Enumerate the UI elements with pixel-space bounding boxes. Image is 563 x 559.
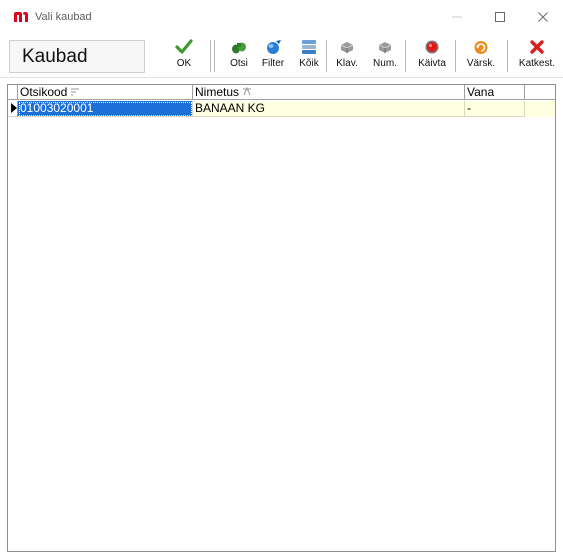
product-grid[interactable]: Otsikood Nimetus Vana 01003020001 BANAAN… [7,84,556,552]
form-title: Kaubad [9,40,145,73]
row-indicator [8,101,18,117]
cell-name[interactable]: BANAAN KG [193,101,465,117]
filter-button[interactable]: Filter [257,37,289,75]
list-icon [302,40,316,54]
toolbar: Kaubad OK Otsi Filter Kõik Klav. Num. Kä… [0,34,563,78]
indicator-header [8,85,18,100]
keyboard-button[interactable]: Klav. [331,37,363,75]
toolbar-separator [405,40,406,72]
start-button[interactable]: Käivta [414,37,450,75]
filter-icon [267,40,281,54]
refresh-button[interactable]: Värsk. [463,37,499,75]
cancel-button[interactable]: Katkest. [515,37,559,75]
minimize-button[interactable] [439,4,475,30]
column-header-old[interactable]: Vana [465,85,525,100]
cell-code[interactable]: 01003020001 [18,101,193,117]
column-header-label: Vana [467,85,495,99]
numpad-icon [378,42,392,53]
cancel-label: Katkest. [518,58,556,69]
column-header-label: Otsikood [20,85,68,99]
maximize-button[interactable] [482,4,518,30]
toolbar-separator [214,40,215,72]
toolbar-separator [507,40,508,72]
binoculars-icon [232,42,246,54]
table-row[interactable]: 01003020001 BANAAN KG - [8,101,555,117]
ok-button[interactable]: OK [169,37,199,75]
show-all-label: Kõik [299,58,319,69]
column-header-label: Nimetus [195,85,240,99]
record-icon [425,40,439,54]
close-button[interactable] [525,4,561,30]
sort-icon [71,88,80,96]
toolbar-separator [326,40,327,72]
cell-old[interactable]: - [465,101,525,117]
search-label: Otsi [230,58,248,69]
refresh-icon [474,41,488,54]
title-bar: Vali kaubad [0,0,563,34]
close-icon [538,12,548,22]
close-x-icon [530,40,544,54]
app-logo-icon [14,12,28,22]
maximize-icon [495,12,505,22]
window-title: Vali kaubad [35,11,92,23]
sort-ascending-icon [243,87,252,96]
grid-header: Otsikood Nimetus Vana [8,85,555,100]
column-header-name[interactable]: Nimetus [193,85,465,100]
show-all-button[interactable]: Kõik [294,37,324,75]
column-header-code[interactable]: Otsikood [18,85,193,100]
toolbar-separator [210,40,211,72]
current-row-arrow-icon [11,103,17,113]
search-button[interactable]: Otsi [226,37,252,75]
minimize-icon [452,16,462,18]
numpad-button[interactable]: Num. [370,37,400,75]
start-label: Käivta [418,58,446,69]
ok-label: OK [176,58,192,69]
numpad-label: Num. [373,58,397,69]
filter-label: Filter [261,58,285,69]
checkmark-icon [175,39,193,54]
refresh-label: Värsk. [466,58,496,69]
keyboard-icon [340,42,354,53]
keyboard-label: Klav. [336,58,358,69]
toolbar-separator [455,40,456,72]
